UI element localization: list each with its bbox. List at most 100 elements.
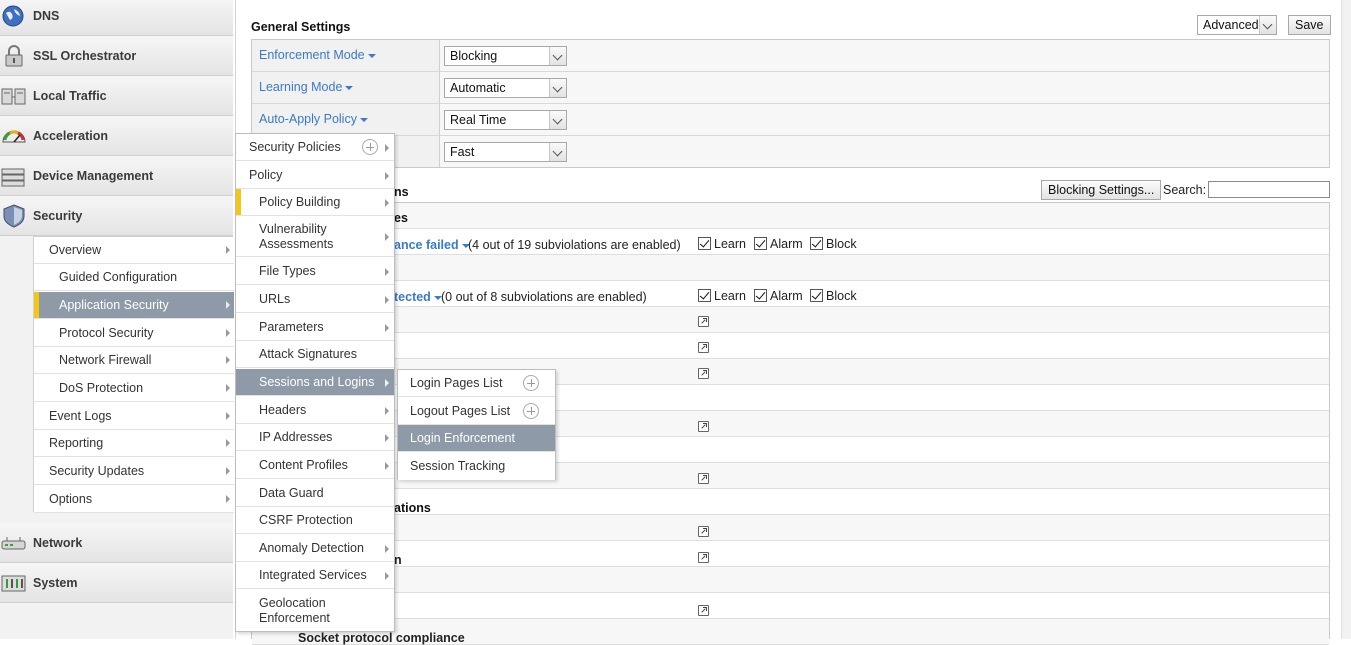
learning-mode-select[interactable]: Automatic (444, 78, 567, 98)
chevron-down-icon (549, 143, 566, 161)
menu-item-csrf-protection[interactable]: CSRF Protection (236, 507, 394, 534)
external-link-icon[interactable] (698, 552, 709, 563)
add-icon[interactable] (523, 375, 539, 391)
auto-apply-policy-select[interactable]: Real Time (444, 110, 567, 130)
item-label: Reporting (49, 436, 104, 450)
chevron-right-icon (385, 379, 389, 387)
external-link-icon[interactable] (698, 526, 709, 537)
nav-network[interactable]: Network (0, 523, 233, 563)
security-item-security-updates[interactable]: Security Updates (34, 458, 234, 485)
external-link-icon[interactable] (698, 342, 709, 353)
security-item-event-logs[interactable]: Event Logs (34, 403, 234, 430)
item-label: Security Policies (249, 139, 341, 154)
menu-item-policy-building[interactable]: Policy Building (236, 189, 394, 216)
chevron-right-icon (385, 545, 389, 553)
scrollbar[interactable] (1341, 0, 1351, 639)
menu-item-headers[interactable]: Headers (236, 397, 394, 424)
blocking-settings-button[interactable]: Blocking Settings... (1041, 180, 1162, 200)
caret-down-icon (367, 53, 376, 58)
block-checkbox[interactable] (810, 289, 823, 302)
menu-item-parameters[interactable]: Parameters (236, 314, 394, 341)
alarm-checkbox[interactable] (754, 237, 767, 250)
security-item-network-firewall[interactable]: Network Firewall (34, 347, 234, 374)
menu-item-urls[interactable]: URLs (236, 286, 394, 313)
security-item-guided-configuration[interactable]: Guided Configuration (34, 264, 234, 291)
menu-item-attack-signatures[interactable]: Attack Signatures (236, 341, 394, 368)
security-item-application-security[interactable]: Application Security (34, 292, 234, 319)
menu-item-anomaly-detection[interactable]: Anomaly Detection (236, 535, 394, 562)
learn-checkbox[interactable] (698, 237, 711, 250)
nav-label: Acceleration (33, 128, 109, 143)
external-link-icon[interactable] (698, 473, 709, 484)
nav-label: System (33, 575, 78, 590)
auto-apply-policy-link[interactable]: Auto-Apply Policy (252, 104, 440, 135)
menu-item-logout-pages-list[interactable]: Logout Pages List (398, 398, 555, 425)
menu-item-integrated-services[interactable]: Integrated Services (236, 562, 394, 589)
nav-security[interactable]: Security (0, 196, 233, 236)
security-item-overview[interactable]: Overview (34, 237, 234, 264)
add-icon[interactable] (362, 139, 378, 155)
menu-item-policy[interactable]: Policy (236, 162, 394, 189)
chevron-right-icon (385, 572, 389, 580)
view-mode-select[interactable]: Advanced (1197, 15, 1277, 35)
menu-item-sessions-and-logins[interactable]: Sessions and Logins (236, 369, 394, 396)
search-input[interactable] (1208, 181, 1330, 198)
item-label: Policy (249, 167, 283, 182)
chevron-right-icon (226, 356, 230, 364)
item-label: Vulnerability Assessments (259, 221, 334, 251)
menu-item-vulnerability-assessments[interactable]: Vulnerability Assessments (236, 217, 394, 257)
violation-row (252, 567, 1329, 593)
menu-item-geolocation-enforcement[interactable]: Geolocation Enforcement (236, 590, 394, 631)
block-checkbox[interactable] (810, 237, 823, 250)
chevron-right-icon (226, 467, 230, 475)
nav-dns[interactable]: DNS (0, 0, 233, 36)
chevron-right-icon (226, 384, 230, 392)
alarm-checkbox[interactable] (754, 289, 767, 302)
menu-item-file-types[interactable]: File Types (236, 258, 394, 285)
security-item-dos-protection[interactable]: DoS Protection (34, 375, 234, 402)
chevron-right-icon (226, 495, 230, 503)
chevron-right-icon (226, 412, 230, 420)
subviolation-count: (4 out of 19 subviolations are enabled) (468, 238, 681, 252)
auto-apply-policy-value: Real Time (450, 113, 507, 127)
menu-item-security-policies[interactable]: Security Policies (236, 134, 394, 161)
menu-item-session-tracking[interactable]: Session Tracking (398, 453, 555, 480)
menu-item-ip-addresses[interactable]: IP Addresses (236, 424, 394, 451)
chevron-right-icon (385, 462, 389, 470)
speed-select[interactable]: Fast (444, 142, 567, 162)
external-link-icon[interactable] (698, 368, 709, 379)
save-button[interactable]: Save (1288, 15, 1331, 35)
chevron-right-icon (385, 233, 389, 241)
nav-acceleration[interactable]: Acceleration (0, 116, 233, 156)
learn-checkbox[interactable] (698, 289, 711, 302)
chevron-down-icon (549, 47, 566, 65)
nav-local-traffic[interactable]: Local Traffic (0, 76, 233, 116)
item-label: CSRF Protection (259, 512, 353, 527)
menu-item-login-pages-list[interactable]: Login Pages List (398, 370, 555, 397)
security-item-options[interactable]: Options (34, 486, 234, 513)
menu-item-content-profiles[interactable]: Content Profiles (236, 452, 394, 479)
external-link-icon[interactable] (698, 421, 709, 432)
add-icon[interactable] (523, 403, 539, 419)
sidebar: DNS SSL Orchestrator Local Traffic Accel… (0, 0, 234, 639)
enforcement-mode-link[interactable]: Enforcement Mode (252, 40, 440, 71)
nav-system[interactable]: System (0, 563, 233, 603)
menu-item-login-enforcement[interactable]: Login Enforcement (398, 425, 555, 452)
menu-item-data-guard[interactable]: Data Guard (236, 480, 394, 507)
subviolation-count: (0 out of 8 subviolations are enabled) (441, 290, 647, 304)
security-item-protocol-security[interactable]: Protocol Security (34, 320, 234, 347)
violation-name: Socket protocol compliance (298, 631, 465, 645)
external-link-icon[interactable] (698, 316, 709, 327)
learning-mode-link[interactable]: Learning Mode (252, 72, 440, 103)
enforcement-mode-select[interactable]: Blocking (444, 46, 567, 66)
item-label: DoS Protection (59, 381, 144, 395)
security-item-reporting[interactable]: Reporting (34, 430, 234, 457)
external-link-icon[interactable] (698, 605, 709, 616)
chevron-right-icon (385, 434, 389, 442)
item-label: Network Firewall (59, 353, 152, 367)
nav-device-management[interactable]: Device Management (0, 156, 233, 196)
device-stack-icon (1, 164, 27, 188)
violation-link[interactable]: tected (394, 290, 442, 304)
nav-ssl-orchestrator[interactable]: SSL Orchestrator (0, 36, 233, 76)
violation-link[interactable]: ance failed (394, 238, 470, 252)
